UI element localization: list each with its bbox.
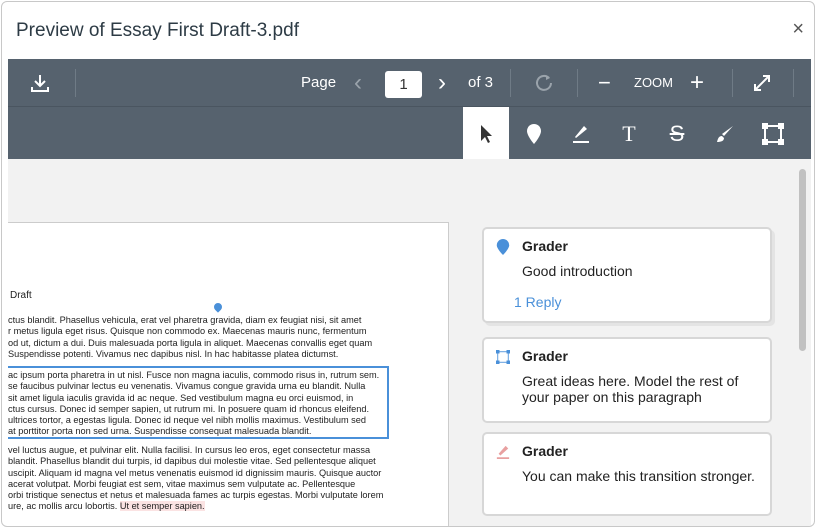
scrollbar[interactable]: [799, 169, 806, 351]
area-tool[interactable]: [750, 107, 796, 160]
document-toolbar: Page ‹ 1 › of 3 − ZOOM +: [8, 59, 811, 106]
paragraph-2: ac ipsum porta pharetra in ut nisl. Fusc…: [8, 370, 380, 437]
zoom-out-button[interactable]: −: [598, 59, 611, 106]
strikeout-tool[interactable]: S: [654, 107, 700, 160]
download-button[interactable]: [20, 59, 60, 106]
point-tool[interactable]: [511, 107, 557, 160]
highlight-tool[interactable]: [558, 107, 604, 160]
comment-card[interactable]: Grader Good introduction 1 Reply: [482, 227, 772, 323]
highlighter-icon: [573, 125, 589, 143]
comment-text: Good introduction: [522, 263, 633, 279]
paragraph-1: ctus blandit. Phasellus vehicula, erat v…: [8, 315, 373, 359]
paragraph-3: vel luctus augue, et pulvinar elit. Null…: [8, 445, 384, 512]
text-icon: T: [622, 120, 636, 146]
point-icon: [496, 239, 510, 255]
comment-text: You can make this transition stronger.: [522, 468, 755, 484]
text-tool[interactable]: T: [606, 107, 652, 160]
highlight-annotation[interactable]: Ut et semper sapien.: [119, 501, 205, 512]
comment-card[interactable]: Grader Great ideas here. Model the rest …: [482, 337, 772, 423]
select-tool[interactable]: [463, 107, 509, 160]
comment-text: Great ideas here. Model the rest of your…: [522, 373, 739, 405]
rotate-icon: [536, 74, 552, 91]
strikeout-icon: S: [669, 120, 685, 146]
cursor-icon: [481, 124, 492, 143]
preview-dialog: Preview of Essay First Draft-3.pdf × Pag…: [1, 1, 815, 527]
download-icon: [31, 74, 49, 92]
close-button[interactable]: ×: [792, 18, 804, 41]
fullscreen-button[interactable]: [750, 59, 774, 106]
area-icon: [762, 122, 784, 145]
page-number-input[interactable]: 1: [385, 71, 422, 98]
freedraw-tool[interactable]: [702, 107, 748, 160]
comment-author: Grader: [522, 443, 568, 459]
brush-icon: [717, 125, 733, 142]
point-annotation-marker[interactable]: [212, 301, 224, 313]
highlight-icon: [496, 445, 510, 459]
comment-author: Grader: [522, 238, 568, 254]
zoom-label: ZOOM: [634, 75, 673, 90]
dialog-title: Preview of Essay First Draft-3.pdf: [16, 20, 299, 41]
comment-card[interactable]: Grader You can make this transition stro…: [482, 432, 772, 516]
annotation-toolbar: T S: [8, 106, 811, 160]
rotate-button[interactable]: [532, 59, 556, 106]
document-heading: Draft: [10, 290, 32, 301]
area-icon: [496, 350, 510, 364]
reply-link[interactable]: 1 Reply: [514, 294, 561, 310]
page-count: of 3: [468, 74, 494, 91]
pin-icon: [527, 123, 541, 144]
pdf-page: Draft ctus blandit. Phasellus vehicula, …: [8, 222, 449, 526]
next-page-button[interactable]: ›: [438, 59, 446, 106]
previous-page-button[interactable]: ‹: [354, 59, 362, 106]
document-viewer: Draft ctus blandit. Phasellus vehicula, …: [8, 159, 811, 526]
page-label: Page: [301, 74, 337, 91]
expand-icon: [754, 74, 770, 91]
zoom-in-button[interactable]: +: [690, 59, 704, 106]
comment-author: Grader: [522, 348, 568, 364]
